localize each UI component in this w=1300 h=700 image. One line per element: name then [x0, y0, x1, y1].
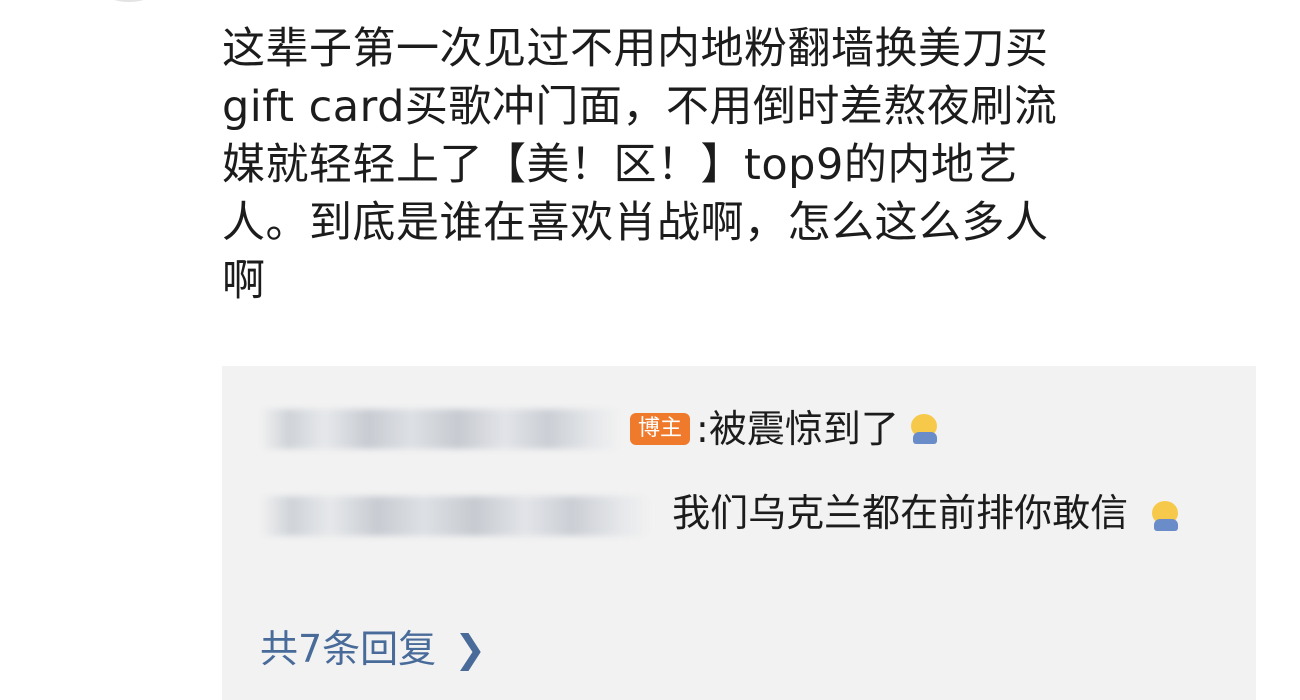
- comment-line: 这辈子第一次见过不用内地粉翻墙换美刀买: [222, 24, 1049, 74]
- reply-text: :被震惊到了: [696, 407, 899, 451]
- comment-line: 啊: [222, 256, 266, 306]
- smirk-face-emoji-icon: [1148, 499, 1182, 533]
- comment-line: 人。到底是谁在喜欢肖战啊，怎么这么多人: [222, 198, 1049, 248]
- reply-box[interactable]: 博主 :被震惊到了 我们乌克兰都在前排你敢信 共7条回复 ❯: [222, 366, 1256, 700]
- comment-body: 这辈子第一次见过不用内地粉翻墙换美刀买 gift card买歌冲门面，不用倒时差…: [222, 20, 1262, 310]
- reply-item[interactable]: 我们乌克兰都在前排你敢信: [260, 484, 1220, 542]
- comment-line: gift card买歌冲门面，不用倒时差熬夜刷流: [222, 82, 1058, 132]
- more-replies-label[interactable]: 共7条回复: [260, 624, 436, 674]
- blurred-username[interactable]: [260, 409, 620, 449]
- blurred-username[interactable]: [260, 495, 650, 536]
- comment-page: 这辈子第一次见过不用内地粉翻墙换美刀买 gift card买歌冲门面，不用倒时差…: [0, 0, 1300, 700]
- comment-line: 媒就轻轻上了【美！区！】top9的内地艺: [222, 140, 1018, 190]
- reply-text: 我们乌克兰都在前排你敢信: [672, 491, 1129, 535]
- more-replies-link[interactable]: 共7条回复 ❯: [260, 624, 486, 674]
- avatar[interactable]: [74, 0, 184, 2]
- reply-item[interactable]: 博主 :被震惊到了: [260, 404, 941, 454]
- shock-face-emoji-icon: [907, 412, 941, 446]
- chevron-right-icon: ❯: [454, 627, 487, 671]
- author-badge: 博主: [630, 413, 691, 445]
